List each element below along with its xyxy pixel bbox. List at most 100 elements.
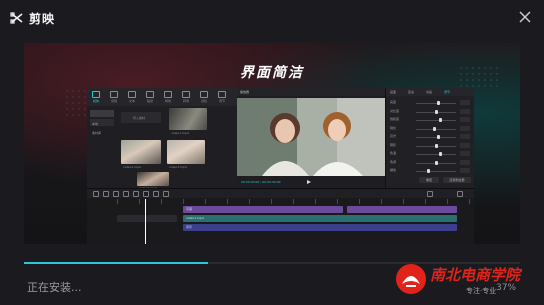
timeline-track: 音乐 <box>183 224 457 231</box>
properties-tabs: 画面 变速 动画 调节 <box>386 88 474 96</box>
player-title: 播放器 <box>237 88 385 96</box>
close-icon[interactable] <box>517 9 533 25</box>
install-status: 正在安装... <box>27 281 82 294</box>
adjust-row: 对比度 <box>390 108 472 115</box>
adjust-row: 高光 <box>390 134 472 140</box>
editor-preview: 媒体 音频 文本 贴纸 特效 转场 滤镜 调节 本地 素材库 导入素材 vide… <box>87 88 474 244</box>
capcut-logo-icon <box>10 12 23 24</box>
adjust-label: 色调 <box>390 159 397 164</box>
media-panel: 媒体 音频 文本 贴纸 特效 转场 滤镜 调节 本地 素材库 导入素材 vide… <box>87 88 238 190</box>
adjust-slider-knob <box>434 143 438 148</box>
watermark: 南北电商学院 专注·专业 <box>392 262 542 302</box>
timeline-track: video1.mp4 <box>183 215 457 222</box>
track-label: video1.mp4 <box>186 216 204 220</box>
adjust-value-box <box>460 100 470 105</box>
media-thumb <box>169 108 207 130</box>
reset-button: 重置 <box>419 177 439 183</box>
video-frame <box>237 98 385 176</box>
adjust-label: 亮度 <box>390 100 397 104</box>
adjust-row: 褪色 <box>390 168 472 174</box>
play-icon <box>307 180 311 184</box>
tool-audio: 音频 <box>109 91 119 103</box>
title-bar: 剪映 <box>0 0 544 36</box>
adjust-slider <box>416 154 456 155</box>
adjust-row: 色温 <box>390 151 472 157</box>
player-controls: 00:00:00:00 / 00:00:30:00 <box>237 178 385 188</box>
adjust-slider <box>416 171 456 172</box>
timeline-ruler <box>117 199 472 204</box>
watermark-name: 南北电商学院 <box>430 266 521 284</box>
import-media-thumb: 导入素材 <box>121 112 161 123</box>
install-progress-fill <box>24 262 208 264</box>
rotate-icon <box>153 191 159 197</box>
adjust-value-box <box>460 117 470 122</box>
delete-icon <box>123 191 129 197</box>
crop-icon <box>163 191 169 197</box>
adjust-label: 对比度 <box>390 108 400 113</box>
adjust-value-box <box>460 142 470 148</box>
playhead <box>145 199 146 244</box>
adjust-label: 饱和度 <box>390 117 400 121</box>
adjust-value-box <box>460 168 470 173</box>
adjust-row: 阴影 <box>390 142 472 149</box>
props-tab: 画面 <box>390 90 397 94</box>
player-panel: 播放器 00:00:00:00 / 00:00:30:00 <box>237 88 385 188</box>
adjust-slider-knob <box>438 152 442 156</box>
watermark-subtitle: 专注·专业 <box>466 287 497 295</box>
track-label: 字幕 <box>186 207 193 211</box>
media-thumb <box>121 140 161 164</box>
adjust-slider-knob <box>434 160 438 165</box>
tool-effects: 特效 <box>163 91 173 103</box>
tool-sticker: 贴纸 <box>145 91 155 103</box>
adjust-row: 色调 <box>390 159 472 166</box>
adjust-value-box <box>460 159 470 165</box>
media-toolbar: 媒体 音频 文本 贴纸 特效 转场 滤镜 调节 <box>87 88 237 106</box>
feature-banner: 界面简洁 媒体 音频 文本 贴纸 特效 转场 滤镜 调节 本地 素材库 导入素材… <box>24 43 520 244</box>
media-caption: video3.mp4 <box>169 165 187 169</box>
timeline-track <box>347 206 457 213</box>
mirror-icon <box>143 191 149 197</box>
adjust-value-box <box>460 108 470 114</box>
media-nav: 本地 素材库 <box>90 110 114 180</box>
redo-icon <box>103 191 109 197</box>
media-thumb <box>137 172 169 186</box>
tool-adjust: 调节 <box>217 91 227 103</box>
timeline-toolbar <box>87 189 474 198</box>
adjust-label: 锐化 <box>390 125 397 130</box>
adjust-value-box <box>460 134 470 139</box>
tool-media: 媒体 <box>91 91 101 103</box>
adjust-row: 锐化 <box>390 125 472 132</box>
properties-panel: 画面 变速 动画 调节 亮度对比度饱和度锐化高光阴影色温色调褪色 重置 应用到全… <box>385 88 474 188</box>
timeline-cover <box>117 215 177 222</box>
adjust-label: 阴影 <box>390 142 397 147</box>
adjust-slider-knob <box>436 135 440 139</box>
adjust-slider-knob <box>426 169 430 173</box>
freeze-icon <box>133 191 139 197</box>
video-preview <box>237 98 385 176</box>
timeline-track: 字幕 <box>183 206 343 213</box>
adjust-value-box <box>460 151 470 156</box>
media-thumb <box>167 140 205 164</box>
tool-transition: 转场 <box>181 91 191 103</box>
watermark-logo-icon <box>396 264 426 294</box>
adjust-slider <box>416 120 456 121</box>
track-label: 音乐 <box>186 225 193 229</box>
props-tab: 动画 <box>426 90 433 94</box>
adjust-row: 饱和度 <box>390 117 472 123</box>
player-time: 00:00:00:00 / 00:00:30:00 <box>241 180 281 184</box>
adjust-slider <box>416 128 456 130</box>
props-tab: 变速 <box>408 90 415 94</box>
media-caption: video2.mp4 <box>123 165 141 169</box>
banner-title: 界面简洁 <box>240 65 304 81</box>
adjust-slider-knob <box>436 101 440 105</box>
zoom-in-icon <box>457 191 463 197</box>
media-nav-item: 素材库 <box>90 119 114 135</box>
tool-filter: 滤镜 <box>199 91 209 103</box>
media-caption: video1.mp4 <box>171 131 189 135</box>
tool-text: 文本 <box>127 91 137 103</box>
app-name: 剪映 <box>29 12 56 26</box>
apply-all-button: 应用到全部 <box>443 177 471 183</box>
adjust-label: 色温 <box>390 151 397 155</box>
zoom-out-icon <box>427 191 433 197</box>
timeline-panel: 字幕 video1.mp4 音乐 <box>87 188 474 244</box>
